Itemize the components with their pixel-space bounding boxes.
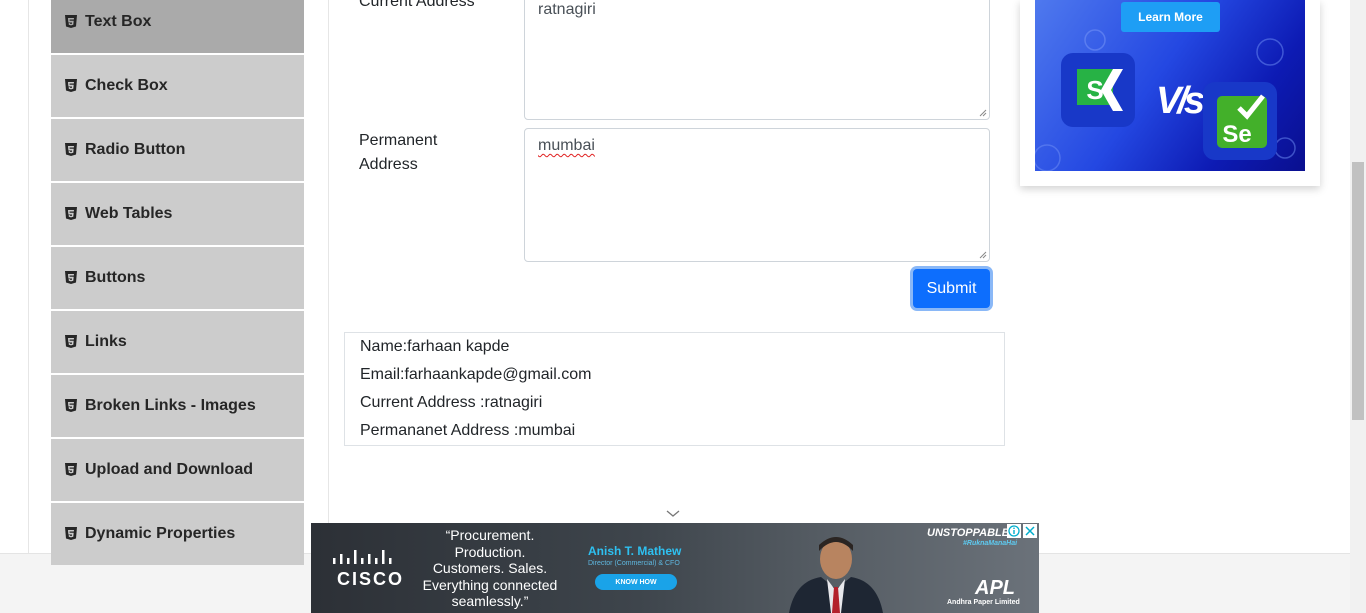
- cisco-wordmark: CISCO: [337, 569, 405, 589]
- ad-person-title: Director (Commercial) & CFO: [588, 560, 680, 567]
- katalon-logo-icon: S: [1077, 69, 1123, 111]
- selenium-letters: Se: [1222, 121, 1251, 148]
- sidebar-item-web-tables[interactable]: Web Tables: [51, 183, 304, 245]
- katalon-letter: S: [1086, 75, 1103, 105]
- output-panel: Name:farhaan kapde Email:farhaankapde@gm…: [344, 332, 1005, 446]
- chevron-down-icon[interactable]: [666, 509, 680, 518]
- scrollbar-thumb[interactable]: [1352, 162, 1364, 420]
- quote-line: Everything connected: [422, 576, 558, 593]
- campaign-title: UNSTOPPABLE: [927, 527, 1010, 539]
- html5-icon: [65, 399, 77, 412]
- current-address-textarea[interactable]: ratnagiri: [524, 0, 990, 120]
- sidebar-item-label: Links: [85, 333, 127, 350]
- selenium-logo-tile: Se: [1203, 82, 1277, 160]
- sidebar-item-label: Web Tables: [85, 205, 173, 222]
- learn-more-button[interactable]: Learn More: [1121, 2, 1220, 32]
- sidebar-item-upload-download[interactable]: Upload and Download: [51, 439, 304, 501]
- cisco-bars-icon: [333, 550, 392, 564]
- permanent-address-textarea[interactable]: mumbai: [524, 128, 990, 262]
- sidebar-item-dynamic-properties[interactable]: Dynamic Properties: [51, 503, 304, 565]
- html5-icon: [65, 143, 77, 156]
- output-email: Email:farhaankapde@gmail.com: [360, 366, 592, 383]
- resize-grip-icon: [979, 109, 987, 117]
- html5-icon: [65, 335, 77, 348]
- person-photo: [789, 537, 883, 613]
- sidebar-item-label: Dynamic Properties: [85, 525, 236, 542]
- permanent-address-label-line2: Address: [359, 156, 418, 173]
- versus-text: V/s: [1156, 80, 1205, 122]
- content-divider: [328, 0, 329, 553]
- ad-quote: “Procurement. Production. Customers. Sal…: [415, 527, 565, 610]
- html5-icon: [65, 271, 77, 284]
- know-how-button[interactable]: KNOW HOW: [595, 574, 677, 590]
- output-name: Name:farhaan kapde: [360, 338, 510, 355]
- sidebar-item-label: Radio Button: [85, 141, 186, 158]
- cisco-logo: CISCO: [331, 550, 403, 589]
- sidebar-item-broken-links[interactable]: Broken Links - Images: [51, 375, 304, 437]
- html5-icon: [65, 15, 77, 28]
- sidebar-item-links[interactable]: Links: [51, 311, 304, 373]
- current-address-label: Current Address: [359, 0, 475, 10]
- ad-person-name: Anish T. Mathew: [588, 544, 682, 558]
- katalon-logo-tile: S: [1061, 53, 1135, 127]
- output-current-address: Current Address :ratnagiri: [360, 394, 543, 411]
- submit-button[interactable]: Submit: [913, 269, 990, 308]
- output-permanent-address: Permananet Address :mumbai: [360, 422, 576, 439]
- sidebar-item-label: Text Box: [85, 13, 152, 30]
- quote-line: “Procurement.: [445, 527, 535, 543]
- current-address-value: ratnagiri: [538, 1, 596, 18]
- quote-line: Customers. Sales.: [432, 560, 548, 576]
- sidebar-item-label: Check Box: [85, 77, 168, 94]
- quote-line: seamlessly.”: [451, 593, 529, 609]
- advertisement-top: Learn More S V/s Se: [1020, 0, 1320, 186]
- apl-logo: APL: [975, 577, 1015, 599]
- advertisement-bottom[interactable]: CISCO “Procurement. Production. Customer…: [311, 523, 1039, 613]
- sidebar-item-radio-button[interactable]: Radio Button: [51, 119, 304, 181]
- html5-icon: [65, 463, 77, 476]
- ad-banner[interactable]: Learn More S V/s Se: [1035, 0, 1305, 171]
- close-icon[interactable]: [1023, 524, 1037, 538]
- content-left-border: [28, 0, 29, 553]
- selenium-logo-icon: Se: [1217, 94, 1267, 148]
- sidebar-item-check-box[interactable]: Check Box: [51, 55, 304, 117]
- permanent-address-label-line1: Permanent: [359, 132, 438, 149]
- permanent-address-value: mumbai: [538, 137, 595, 154]
- sidebar-item-label: Broken Links - Images: [85, 397, 256, 414]
- campaign-hashtag: #RuknaManaHai: [963, 540, 1018, 547]
- quote-line: Production.: [454, 543, 526, 560]
- sidebar-item-buttons[interactable]: Buttons: [51, 247, 304, 309]
- adchoices-icon[interactable]: [1007, 524, 1021, 538]
- html5-icon: [65, 207, 77, 220]
- html5-icon: [65, 79, 77, 92]
- sidebar-menu: Text Box Check Box Radio Button Web Tabl…: [51, 0, 304, 567]
- sidebar-item-text-box[interactable]: Text Box: [51, 0, 304, 53]
- apl-company-name: Andhra Paper Limited: [947, 599, 1020, 606]
- sidebar-item-label: Upload and Download: [85, 461, 253, 478]
- sidebar-item-label: Buttons: [85, 269, 146, 286]
- resize-grip-icon: [979, 251, 987, 259]
- html5-icon: [65, 527, 77, 540]
